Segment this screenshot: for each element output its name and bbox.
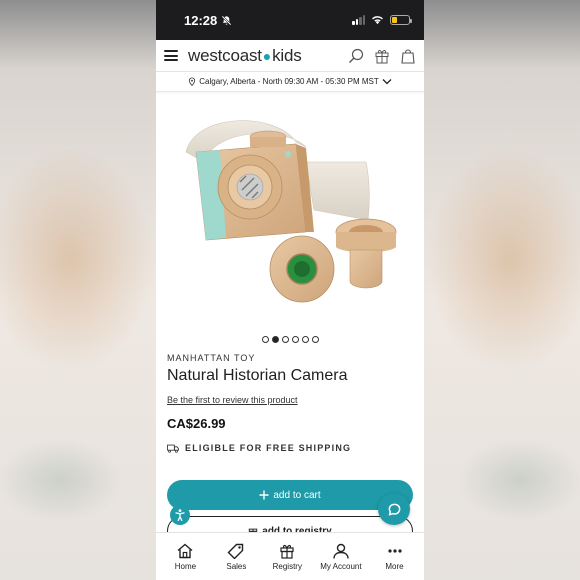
carousel-dot[interactable] bbox=[281, 336, 289, 343]
carousel-dot[interactable] bbox=[311, 336, 319, 343]
free-shipping-text: ELIGIBLE FOR FREE SHIPPING bbox=[185, 443, 352, 453]
battery-icon bbox=[390, 15, 412, 25]
product-price: CA$26.99 bbox=[167, 416, 226, 431]
chat-icon bbox=[388, 503, 400, 516]
nav-home-label: Home bbox=[174, 561, 197, 571]
battery-fill bbox=[392, 17, 397, 23]
chat-button[interactable] bbox=[378, 493, 410, 525]
truck-icon bbox=[167, 444, 179, 453]
store-location-selector[interactable]: Calgary, Alberta - North 09:30 AM - 05:3… bbox=[156, 72, 424, 92]
wifi-icon bbox=[372, 16, 383, 25]
more-icon bbox=[387, 548, 402, 553]
product-image-carousel[interactable] bbox=[156, 92, 424, 330]
nav-registry-label: Registry bbox=[272, 561, 302, 571]
bell-muted-icon bbox=[221, 15, 232, 25]
location-pin-icon bbox=[189, 77, 196, 86]
status-icons bbox=[352, 15, 412, 25]
accessibility-icon bbox=[175, 509, 185, 522]
logo-dot: ● bbox=[262, 47, 272, 64]
nav-sales-label: Sales bbox=[226, 561, 247, 571]
free-shipping-notice: ELIGIBLE FOR FREE SHIPPING bbox=[167, 443, 413, 453]
product-brand[interactable]: MANHATTAN TOY bbox=[167, 353, 413, 363]
carousel-dot[interactable] bbox=[291, 336, 299, 343]
status-bar: 12:28 bbox=[156, 0, 424, 40]
shopping-bag-icon[interactable] bbox=[400, 48, 416, 64]
carousel-indicators bbox=[156, 336, 424, 343]
nav-my-account[interactable]: My Account bbox=[320, 543, 362, 571]
search-icon[interactable] bbox=[348, 48, 364, 64]
nav-more[interactable]: More bbox=[377, 543, 413, 571]
gift-icon bbox=[280, 544, 294, 559]
product-title: Natural Historian Camera bbox=[167, 367, 348, 384]
logo-text-kids: kids bbox=[272, 45, 302, 65]
gift-icon[interactable] bbox=[374, 48, 390, 64]
site-header: westcoast ● kids bbox=[156, 40, 424, 72]
carousel-dot-active[interactable] bbox=[271, 336, 279, 343]
site-logo[interactable]: westcoast ● kids bbox=[188, 46, 302, 66]
carousel-dot[interactable] bbox=[261, 336, 269, 343]
add-to-cart-button[interactable]: add to cart bbox=[167, 480, 413, 510]
nav-sales[interactable]: Sales bbox=[218, 543, 254, 571]
menu-icon[interactable] bbox=[164, 50, 178, 61]
product-info: MANHATTAN TOY Natural Historian Camera B… bbox=[156, 353, 424, 453]
accessibility-button[interactable] bbox=[170, 505, 190, 525]
nav-more-label: More bbox=[385, 561, 404, 571]
logo-text-westcoast: westcoast bbox=[188, 45, 262, 65]
tag-icon bbox=[227, 543, 244, 559]
status-time: 12:28 bbox=[184, 12, 218, 28]
cellular-signal-icon bbox=[352, 15, 365, 25]
product-image-wooden-camera bbox=[185, 120, 397, 303]
nav-home[interactable]: Home bbox=[167, 543, 203, 571]
user-icon bbox=[333, 543, 349, 559]
chevron-down-icon bbox=[382, 79, 392, 85]
header-icons bbox=[348, 48, 416, 64]
home-icon bbox=[177, 543, 193, 558]
add-to-cart-label: add to cart bbox=[273, 489, 321, 501]
nav-my-account-label: My Account bbox=[320, 561, 362, 571]
plus-icon bbox=[259, 490, 269, 500]
review-link[interactable]: Be the first to review this product bbox=[167, 395, 413, 405]
phone-screen: 12:28 westcoast ● kids Calgary, Alberta … bbox=[156, 0, 424, 580]
status-time-group: 12:28 bbox=[184, 13, 232, 28]
carousel-dot[interactable] bbox=[301, 336, 309, 343]
nav-registry[interactable]: Registry bbox=[269, 543, 305, 571]
store-location-text: Calgary, Alberta - North 09:30 AM - 05:3… bbox=[199, 77, 379, 86]
bottom-navigation: Home Sales Registry My Account More bbox=[156, 532, 424, 580]
